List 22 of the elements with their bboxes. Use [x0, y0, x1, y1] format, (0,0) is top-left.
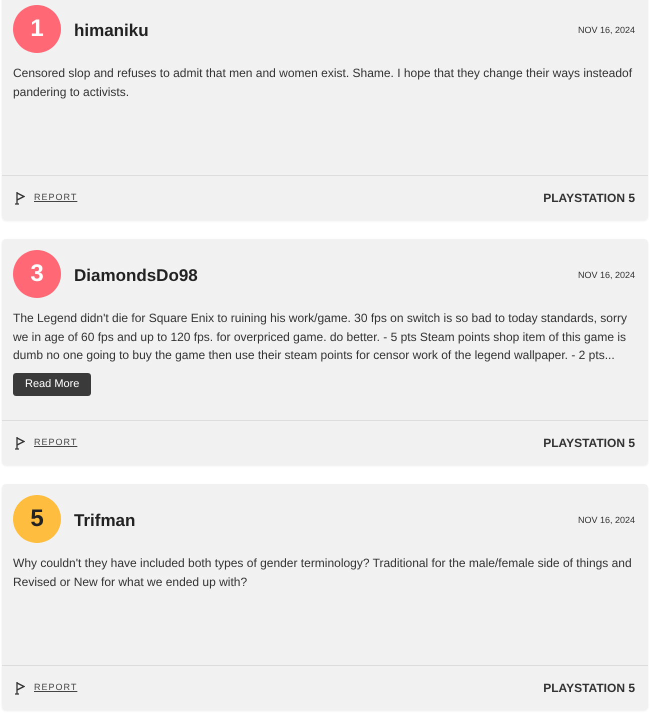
platform-label: PLAYSTATION 5: [543, 435, 635, 452]
report-link[interactable]: REPORT: [34, 681, 78, 695]
report-link[interactable]: REPORT: [34, 191, 78, 205]
review-text: The Legend didn't die for Square Enix to ruining his work/game. 30 fps on switch is so bad to today standards, sorry we in age of 60 fps and up to 120 fps. for overpriced game. do better. - 5 pts Steam points shop item of this game is dumb no one going to buy the game then use their steam points for censor work of the legend wallpaper. - 2 pts...: [13, 310, 628, 364]
review-date: NOV 16, 2024: [578, 269, 635, 282]
score-badge: 3: [13, 250, 61, 298]
author-name: himaniku: [74, 20, 149, 42]
read-more-button[interactable]: Read More: [13, 372, 92, 396]
score-badge: 1: [13, 5, 61, 53]
flag-icon[interactable]: [15, 681, 25, 695]
report-link[interactable]: REPORT: [34, 436, 78, 450]
review-date: NOV 16, 2024: [578, 514, 635, 527]
review-text: Why couldn't they have included both types of gender terminology? Traditional for the male/female side of things and Revised or New for what we ended up with?: [13, 555, 633, 590]
platform-label: PLAYSTATION 5: [543, 680, 635, 697]
author-name: DiamondsDo98: [74, 265, 198, 287]
review-date: NOV 16, 2024: [578, 24, 635, 37]
flag-icon[interactable]: [15, 436, 25, 450]
author-name: Trifman: [74, 510, 136, 532]
flag-icon[interactable]: [15, 191, 25, 205]
score-badge: 5: [13, 495, 61, 543]
review-text: Censored slop and refuses to admit that men and women exist. Shame. I hope that they change their ways insteadof pandering to activists.: [13, 65, 634, 100]
platform-label: PLAYSTATION 5: [543, 190, 635, 207]
